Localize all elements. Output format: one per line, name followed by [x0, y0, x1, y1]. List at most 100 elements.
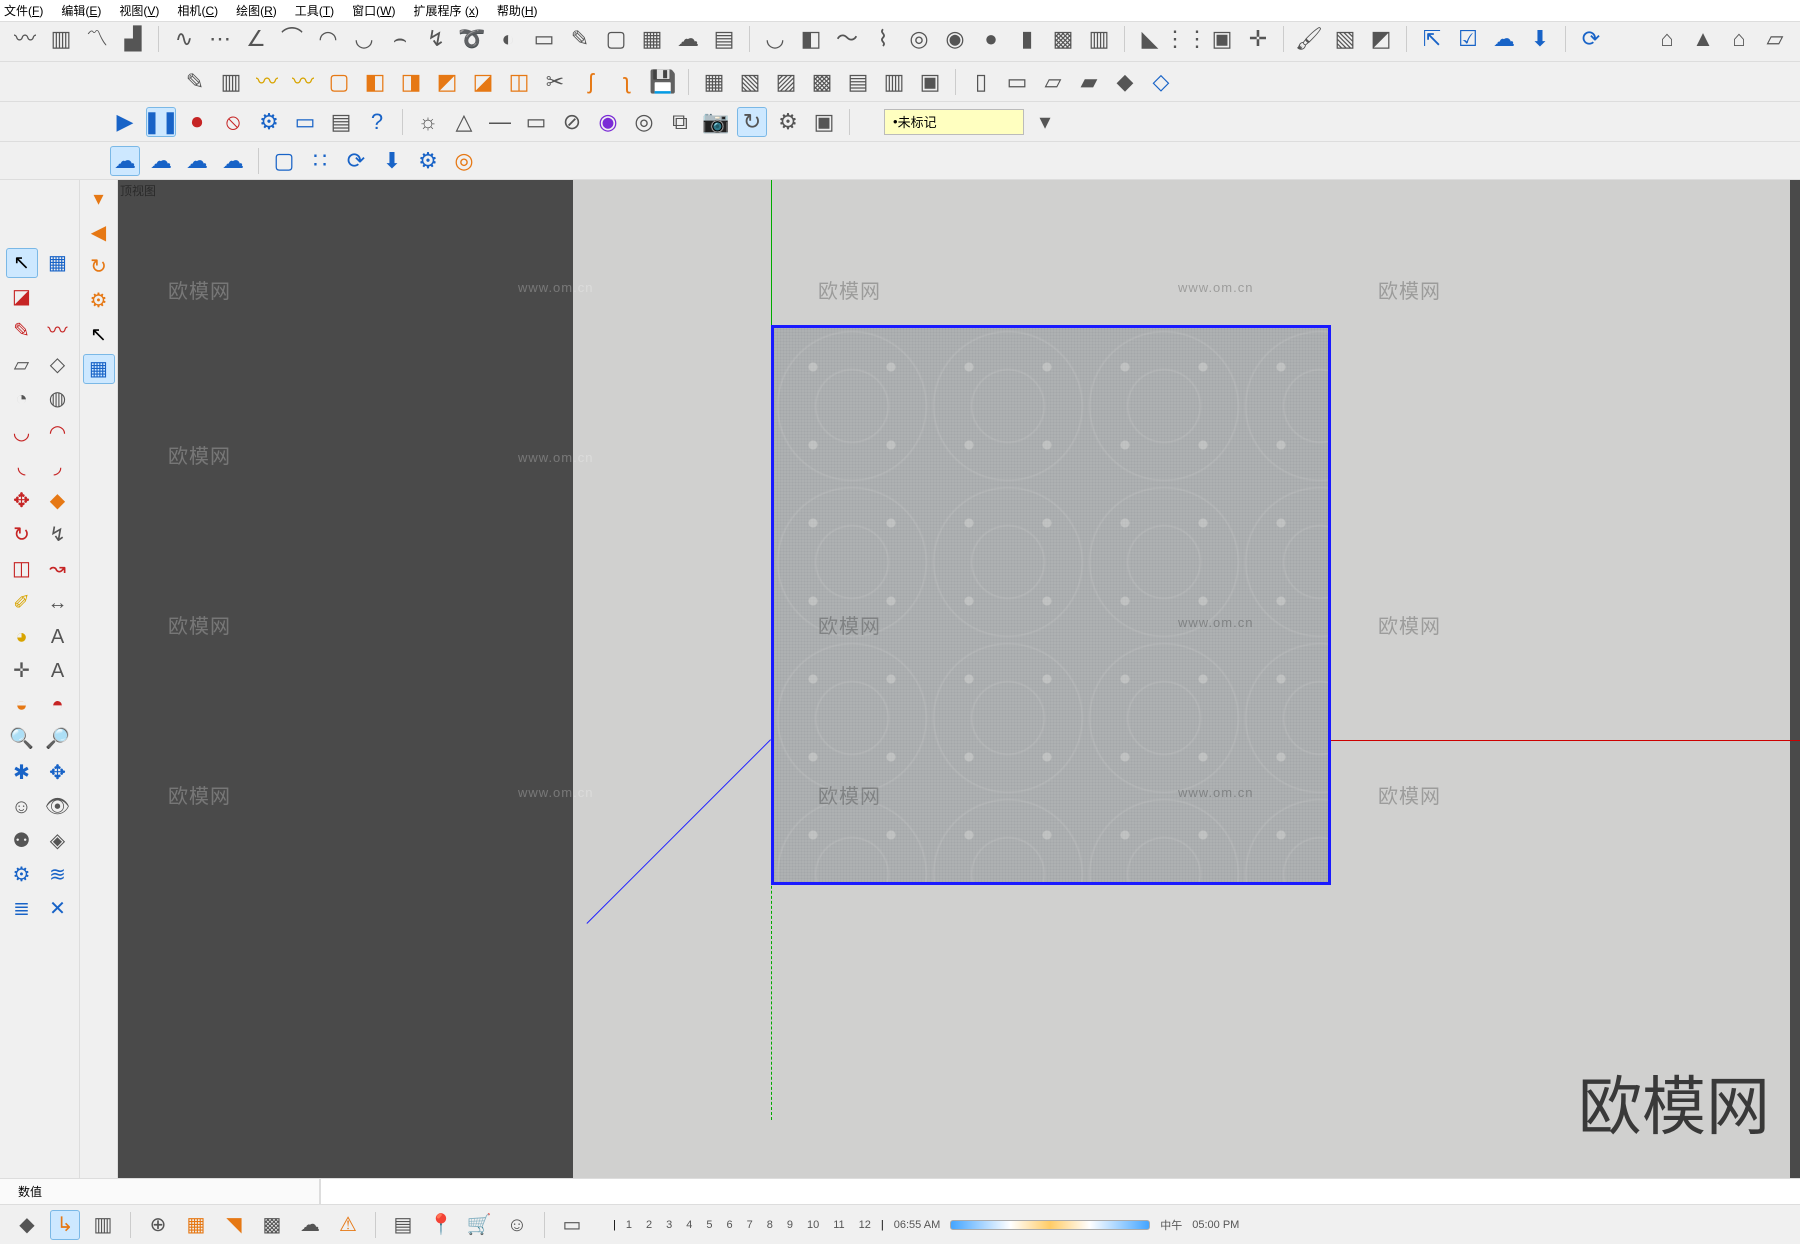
tb2-cut-icon[interactable]: ✂	[540, 67, 570, 97]
lt-gear-icon[interactable]: ⚙	[6, 860, 38, 890]
tb1-stripes-icon[interactable]: ▮	[1012, 24, 1042, 54]
tb2-stack3-icon[interactable]: ◆	[1110, 67, 1140, 97]
lt-zoomin-icon[interactable]: 🔍	[6, 724, 38, 754]
tb1-disc-icon[interactable]: ●	[976, 24, 1006, 54]
tb1-closed-arc-icon[interactable]: ◡	[349, 24, 379, 54]
tb3-frame-icon[interactable]: ⧉	[665, 107, 695, 137]
tb1-house3-icon[interactable]: ⌂	[1724, 24, 1754, 54]
tb1-path-icon[interactable]: 〽	[82, 24, 112, 54]
tb1-scene-icon[interactable]: ▧	[1330, 24, 1360, 54]
tb1-vortex-icon[interactable]: ◎	[904, 24, 934, 54]
lt-zoomout-icon[interactable]: 🔎	[42, 724, 74, 754]
tb3-play-icon[interactable]: ▶	[110, 107, 140, 137]
lt-eraser-icon[interactable]: ◪	[6, 282, 38, 312]
menu-draw[interactable]: 绘图(R)	[236, 2, 277, 19]
tb2-layer2-icon[interactable]: ▧	[735, 67, 765, 97]
tb3-clip-icon[interactable]: ▭	[290, 107, 320, 137]
tb3-plugin-icon[interactable]: ⚙	[773, 107, 803, 137]
bb-door-icon[interactable]: ▤	[388, 1210, 418, 1240]
lt-arc-icon[interactable]: ◡	[6, 418, 38, 448]
tb2-stack2-icon[interactable]: ▰	[1074, 67, 1104, 97]
bb-book-icon[interactable]: ▭	[557, 1210, 587, 1240]
tb4-cloud4-icon[interactable]: ☁	[218, 146, 248, 176]
tb2-layer7-icon[interactable]: ▣	[915, 67, 945, 97]
tb3-record-icon[interactable]: ⏺	[182, 107, 212, 137]
lt-scale-icon[interactable]: ◫	[6, 554, 38, 584]
lt-arc2-icon[interactable]: ◠	[42, 418, 74, 448]
tb3-gear-icon[interactable]: ⚙	[254, 107, 284, 137]
tb1-arc3-icon[interactable]: ◡	[760, 24, 790, 54]
lt-tape-icon[interactable]: ✐	[6, 588, 38, 618]
tb3-stop-icon[interactable]: ⦸	[218, 107, 248, 137]
tb1-wall-icon[interactable]: ▭	[529, 24, 559, 54]
tb1-sync-icon[interactable]: ⟳	[1576, 24, 1606, 54]
tb1-arc2-icon[interactable]: ◠	[313, 24, 343, 54]
bb-2-icon[interactable]: ↳	[50, 1210, 80, 1240]
tb4-dots-icon[interactable]: ∷	[305, 146, 335, 176]
tb4-chrome-icon[interactable]: ◎	[449, 146, 479, 176]
tb1-arc-icon[interactable]: ⌒	[277, 24, 307, 54]
tb1-segments-icon[interactable]: ⋯	[205, 24, 235, 54]
lt-arc3-icon[interactable]: ◟	[6, 452, 38, 482]
tb1-axis-icon[interactable]: ✛	[1243, 24, 1273, 54]
lt-pencil-icon[interactable]: ✎	[6, 316, 38, 346]
menu-view[interactable]: 视图(V)	[119, 2, 159, 19]
tb4-gear2-icon[interactable]: ⚙	[413, 146, 443, 176]
lt-dim-icon[interactable]: ↔	[42, 588, 74, 618]
tb4-sel-icon[interactable]: ▢	[269, 146, 299, 176]
tb1-loop-icon[interactable]: ↯	[421, 24, 451, 54]
tb1-check-box-icon[interactable]: ☑	[1453, 24, 1483, 54]
tb2-open-icon[interactable]: ▭	[1002, 67, 1032, 97]
tb1-cube-icon[interactable]: ▣	[1207, 24, 1237, 54]
tb2-layer1-icon[interactable]: ▦	[699, 67, 729, 97]
tb2-hook-icon[interactable]: ʃ	[576, 67, 606, 97]
time-ruler[interactable]: | 12 34 56 78 910 1112 | 06:55 AM 中午 05:…	[613, 1217, 1239, 1233]
tb1-sweep-icon[interactable]: 〰	[10, 24, 40, 54]
tag-field[interactable]: • 未标记	[884, 109, 1024, 135]
tb2-pen-icon[interactable]: ✎	[180, 67, 210, 97]
tb1-brush-icon[interactable]: 🖌	[1294, 24, 1324, 54]
bb-user-icon[interactable]: ☺	[502, 1210, 532, 1240]
bb-cube-icon[interactable]: ▦	[181, 1210, 211, 1240]
bb-check-icon[interactable]: ▩	[257, 1210, 287, 1240]
tb3-rect-icon[interactable]: ▭	[521, 107, 551, 137]
lt-text-icon[interactable]: A	[42, 622, 74, 652]
tb1-house2-icon[interactable]: ▲	[1688, 24, 1718, 54]
tb1-niche-icon[interactable]: ▦	[637, 24, 667, 54]
tb3-camera-icon[interactable]: 📷	[701, 107, 731, 137]
viewport[interactable]: 顶视图 欧模网 www.om.cn 欧模网 欧模网 www.om.c	[118, 180, 1800, 1178]
tb2-curve2-icon[interactable]: 〰	[288, 67, 318, 97]
tb1-mirror-icon[interactable]: ◣	[1135, 24, 1165, 54]
mt-cube-icon[interactable]: ▦	[83, 354, 115, 384]
menu-tools[interactable]: 工具(T)	[295, 2, 334, 19]
tb1-curve-icon[interactable]: ∿	[169, 24, 199, 54]
lt-offset-icon[interactable]: ↝	[42, 554, 74, 584]
tb1-soften-icon[interactable]: ☁	[673, 24, 703, 54]
lt-ring-icon[interactable]: ◍	[42, 384, 74, 414]
mt-3-icon[interactable]: ↻	[83, 252, 115, 282]
tb2-grid-icon[interactable]: ▥	[216, 67, 246, 97]
menu-edit[interactable]: 编辑(E)	[61, 2, 101, 19]
tb1-hatch-icon[interactable]: ▩	[1048, 24, 1078, 54]
tb3-history-icon[interactable]: ↻	[737, 107, 767, 137]
tb2-page-icon[interactable]: ▯	[966, 67, 996, 97]
bb-rss-icon[interactable]: ◥	[219, 1210, 249, 1240]
lt-prot-icon[interactable]: ◕	[6, 622, 38, 652]
tb3-cone-icon[interactable]: △	[449, 107, 479, 137]
lt-layers-icon[interactable]: ≣	[6, 894, 38, 924]
lt-push-icon[interactable]: ◆	[42, 486, 74, 516]
menu-window[interactable]: 窗口(W)	[352, 2, 395, 19]
tb4-cloud1-icon[interactable]: ☁	[110, 146, 140, 176]
lt-wave-icon[interactable]: ≋	[42, 860, 74, 890]
lt-pan-icon[interactable]: ✥	[42, 758, 74, 788]
bb-1-icon[interactable]: ◆	[12, 1210, 42, 1240]
tb2-save-icon[interactable]: 💾	[648, 67, 678, 97]
tb2-curve1-icon[interactable]: 〰	[252, 67, 282, 97]
material-plane[interactable]	[771, 325, 1331, 885]
tb1-house1-icon[interactable]: ⌂	[1652, 24, 1682, 54]
tb2-s1-icon[interactable]: ʅ	[612, 67, 642, 97]
tb2-box-icon[interactable]: ▢	[324, 67, 354, 97]
tb1-tilde-icon[interactable]: 〜	[832, 24, 862, 54]
bb-warn-icon[interactable]: ⚠	[333, 1210, 363, 1240]
mt-2-icon[interactable]: ◀	[83, 218, 115, 248]
